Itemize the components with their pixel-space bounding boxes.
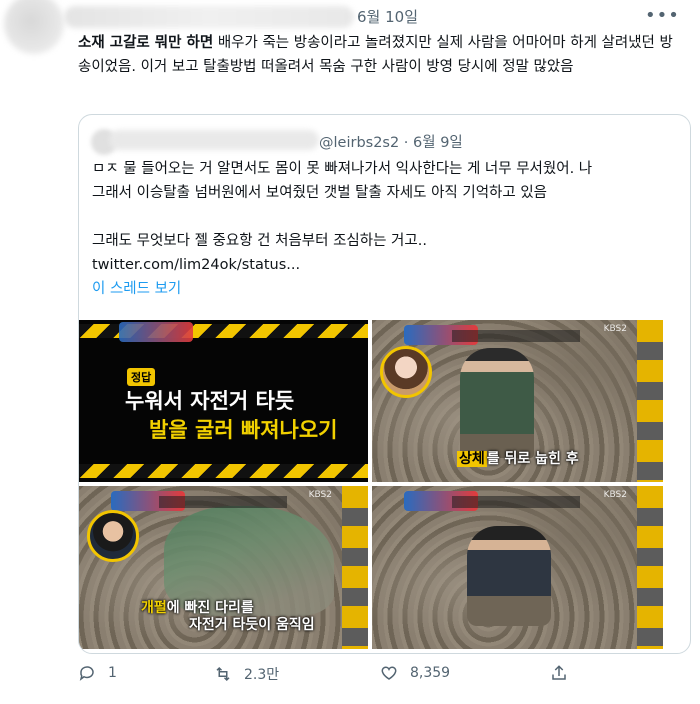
quoted-text-line: 그래서 이승탈출 넘버원에서 보여줬던 갯벌 탈출 자세도 아직 기억하고 있음 [92, 185, 548, 201]
caption-highlight: 상체 [457, 451, 487, 467]
reply-icon [79, 666, 94, 681]
like-icon [381, 666, 397, 680]
caption-rest: 를 뒤로 눕힌 후 [486, 451, 579, 467]
quoted-tweet[interactable]: @leirbs2s2 · 6월 9일 ㅁㅈ 물 들어오는 거 알면서도 몸이 못… [78, 114, 691, 654]
like-count: 8,359 [410, 665, 451, 681]
watermark: KBS2 [308, 490, 332, 500]
media-image-1[interactable]: 정답 누워서 자전거 타듯 발을 굴러 빠져나오기 [79, 320, 368, 482]
retweet-button[interactable]: 2.3만 [214, 664, 279, 684]
image-caption-line: 자전거 타듯이 움직임 [189, 617, 315, 633]
quoted-blurred-name [109, 130, 319, 150]
media-image-3[interactable]: KBS2 개펄에 빠진 다리를 자전거 타듯이 움직임 [79, 486, 368, 649]
hazard-stripe [79, 464, 368, 478]
quoted-link-text[interactable]: twitter.com/lim24ok/status... [92, 253, 682, 277]
tweet-text-bold: 소재 고갈로 뭐만 하면 [78, 35, 214, 51]
avatar[interactable] [4, 0, 64, 54]
blurred-author-name[interactable] [64, 6, 354, 28]
person-figure [467, 526, 551, 626]
retweet-icon [216, 666, 230, 682]
caption-highlight: 개펄 [141, 600, 167, 616]
action-bar: 1 2.3만 8,359 [78, 664, 678, 688]
watermark: KBS2 [603, 324, 627, 334]
side-stripe [637, 320, 663, 482]
watermark: KBS2 [603, 490, 627, 500]
side-stripe [637, 486, 663, 649]
top-caption-bar [452, 330, 580, 342]
tweet-date[interactable]: 6월 10일 [357, 6, 418, 27]
answer-badge: 정답 [127, 368, 156, 386]
top-caption-bar [452, 496, 580, 508]
side-stripe [342, 486, 368, 649]
show-thread-link[interactable]: 이 스레드 보기 [92, 277, 181, 298]
share-button[interactable] [550, 664, 568, 682]
quoted-text: ㅁㅈ 물 들어오는 거 알면서도 몸이 못 빠져나가서 익사한다는 게 너무 무… [92, 157, 682, 277]
panelist-inset [87, 510, 139, 562]
image-caption: 상체 를 뒤로 눕힌 후 [457, 448, 579, 468]
show-logo [119, 322, 193, 342]
quoted-text-line: 그래도 무엇보다 젤 중요항 건 처음부터 조심하는 거고.. [92, 233, 427, 249]
top-caption-bar [159, 496, 287, 508]
media-image-2[interactable]: KBS2 상체 를 뒤로 눕힌 후 [372, 320, 663, 482]
quoted-text-line: ㅁㅈ 물 들어오는 거 알면서도 몸이 못 빠져나가서 익사한다는 게 너무 무… [92, 161, 593, 177]
like-button[interactable]: 8,359 [380, 664, 450, 682]
image-caption-line: 누워서 자전거 타듯 [125, 389, 295, 413]
person-figure [460, 348, 534, 458]
quoted-handle-date: @leirbs2s2 · 6월 9일 [319, 135, 463, 151]
tweet-text: 소재 고갈로 뭐만 하면 배우가 죽는 방송이라고 놀려졌지만 실제 사람을 어… [78, 31, 678, 79]
share-icon [552, 665, 566, 680]
media-image-4[interactable]: KBS2 [372, 486, 663, 649]
retweet-count: 2.3만 [244, 667, 280, 683]
image-caption-line: 발을 굴러 빠져나오기 [149, 418, 338, 442]
reply-count: 1 [108, 665, 117, 681]
reply-button[interactable]: 1 [78, 664, 117, 682]
more-icon[interactable]: ••• [645, 5, 680, 26]
panelist-inset [380, 346, 432, 398]
